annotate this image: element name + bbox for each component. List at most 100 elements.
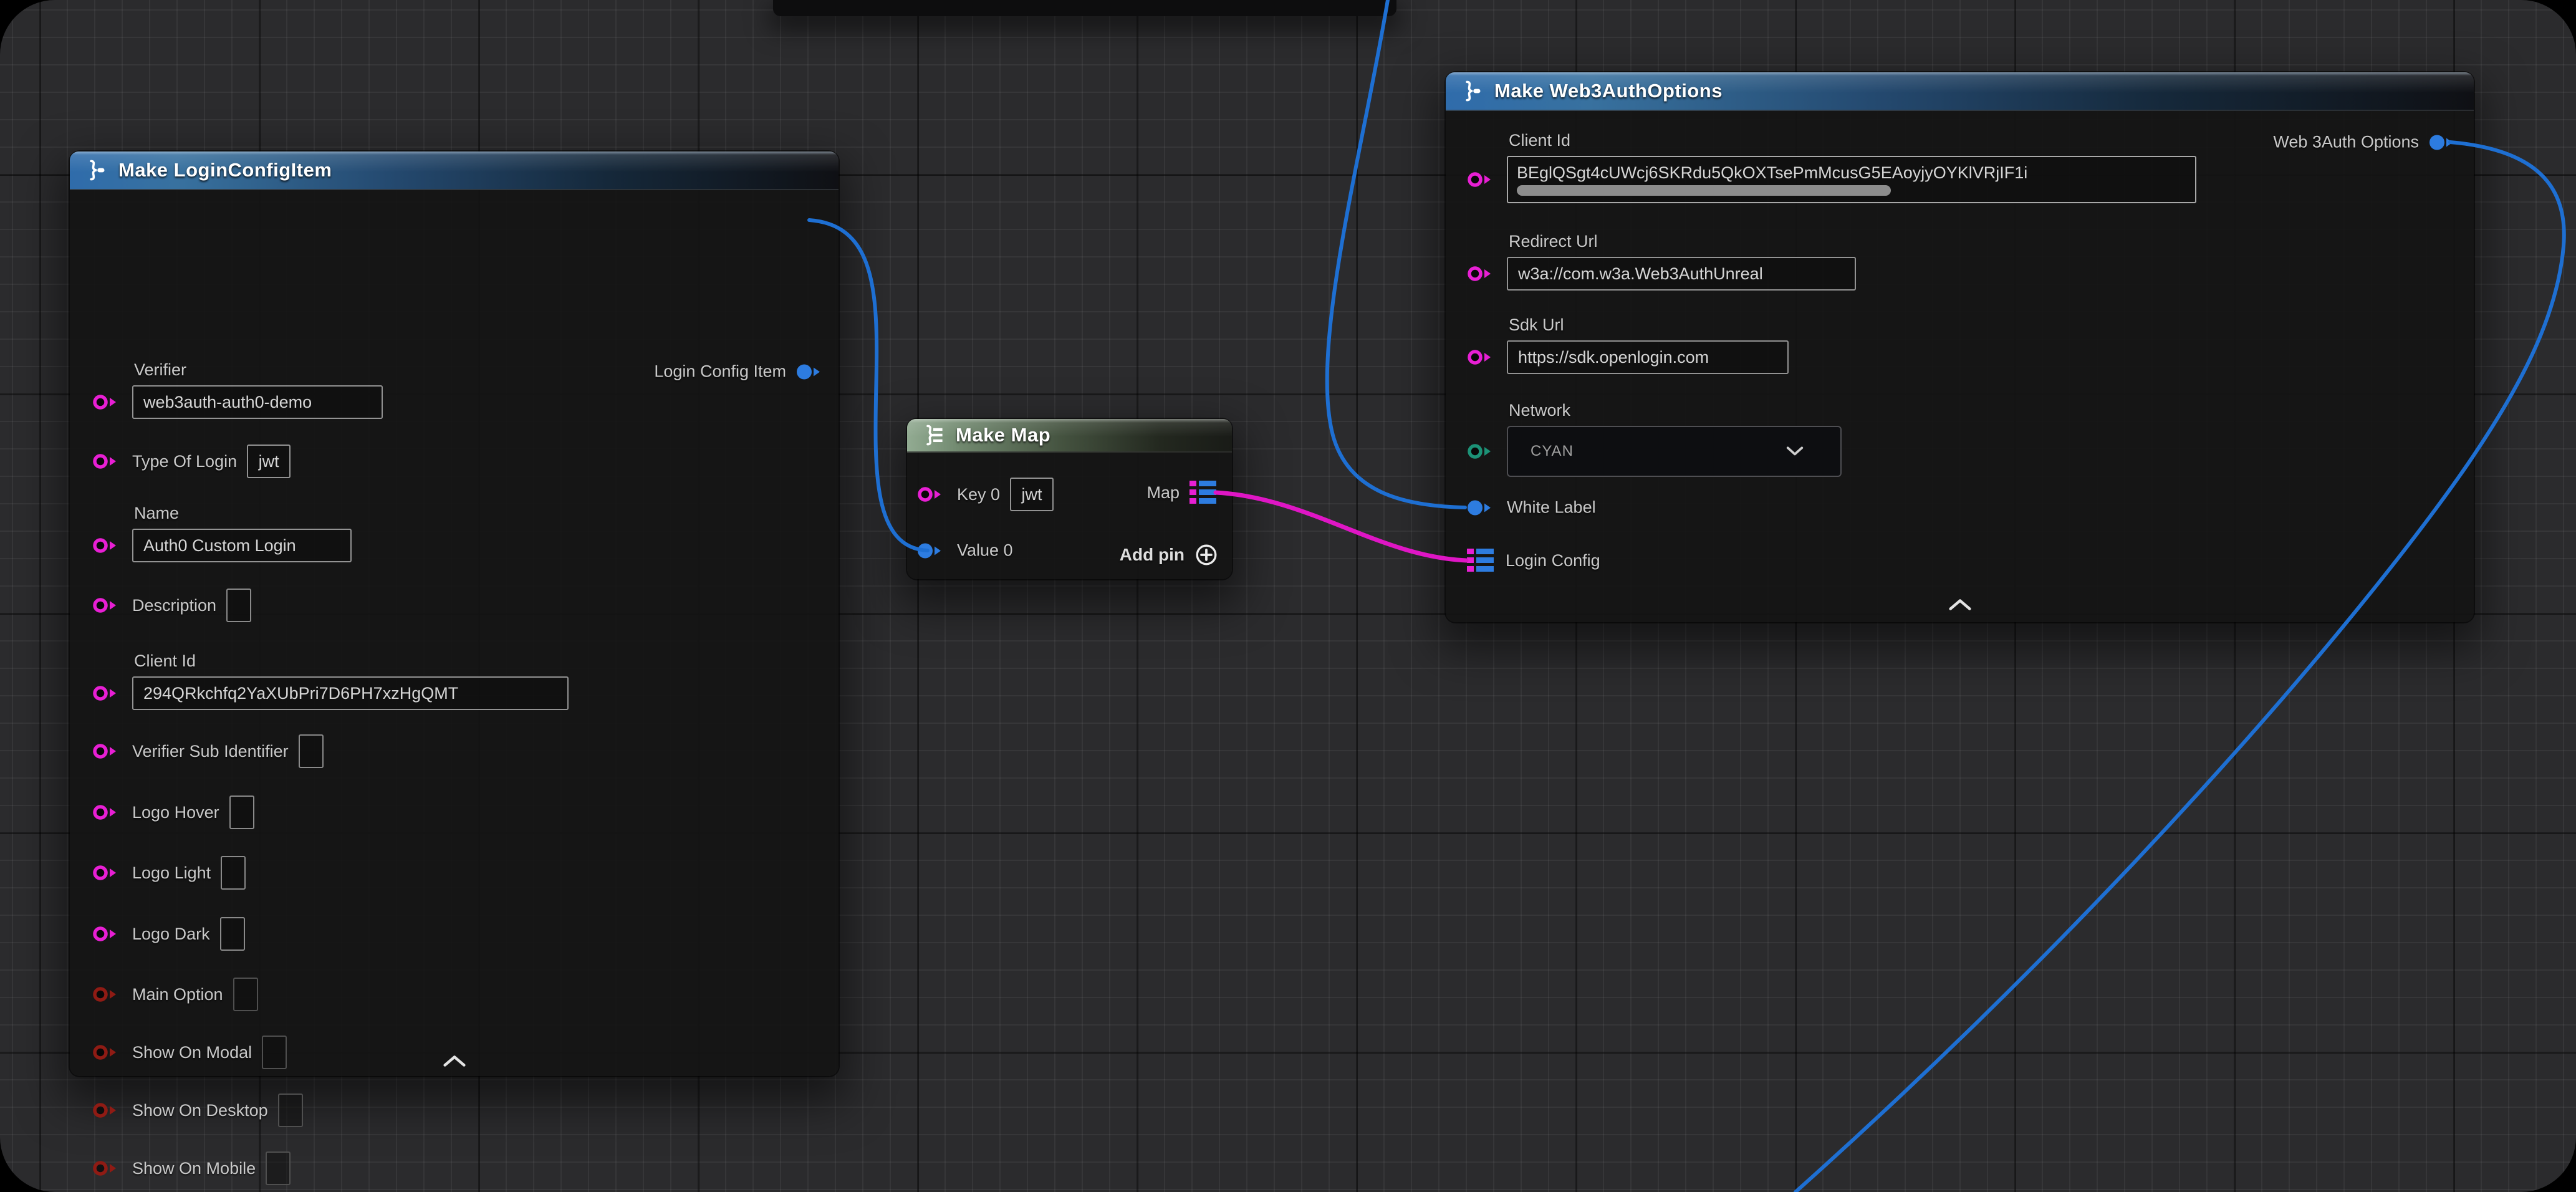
string-input-pin-icon[interactable] [92, 925, 122, 943]
string-input-pin-icon[interactable] [92, 803, 122, 822]
map-input-pin-icon[interactable] [1467, 548, 1496, 573]
string-input-pin-icon[interactable] [92, 536, 122, 555]
node-header[interactable]: Make Map [907, 419, 1232, 453]
string-input-pin-icon[interactable] [1467, 264, 1497, 283]
name-input[interactable]: Auth0 Custom Login [132, 529, 352, 562]
enum-input-pin-icon[interactable] [1467, 442, 1497, 461]
pin-label: Main Option [132, 985, 223, 1004]
network-dropdown[interactable]: CYAN [1507, 426, 1842, 477]
add-pin-plus-icon[interactable] [1194, 543, 1218, 567]
output-pin-label: Map [1146, 483, 1180, 502]
pin-row-show-on-desktop: Show On Desktop [92, 1093, 303, 1127]
pin-row-logo-light: Logo Light [92, 856, 246, 890]
make-struct-icon [1461, 80, 1483, 102]
logo-light-input[interactable] [221, 856, 246, 890]
pin-label: Show On Desktop [132, 1101, 268, 1120]
pin-label: Logo Light [132, 863, 211, 883]
wire-map-to-loginconfig [1216, 493, 1466, 560]
description-input[interactable] [226, 589, 251, 622]
logo-dark-input[interactable] [220, 917, 245, 951]
client-id-text: BEglQSgt4cUWcj6SKRdu5QkOXTsePmMcusG5EAoy… [1517, 163, 2186, 183]
collapse-node-chevron-icon[interactable] [442, 1054, 467, 1068]
string-input-pin-icon[interactable] [1467, 170, 1497, 189]
node-header[interactable]: Make Web3AuthOptions [1446, 72, 2474, 111]
logo-hover-input[interactable] [229, 795, 254, 829]
pin-label: Redirect Url [1509, 232, 1598, 251]
make-struct-icon [85, 159, 107, 181]
node-title: Make LoginConfigItem [118, 159, 332, 181]
pin-row-name: Name Auth0 Custom Login [92, 529, 352, 562]
bool-input-pin-icon[interactable] [92, 985, 122, 1004]
pin-row-verifier-sub-identifier: Verifier Sub Identifier [92, 734, 324, 768]
node-make-loginconfigitem[interactable]: Make LoginConfigItem Login Config Item V… [70, 151, 839, 1076]
struct-output-pin-icon[interactable] [2429, 133, 2459, 151]
verifier-input[interactable]: web3auth-auth0-demo [132, 385, 383, 419]
bool-input-pin-icon[interactable] [92, 1101, 122, 1120]
string-input-pin-icon[interactable] [917, 485, 947, 504]
pin-row-sdk-url: Sdk Url https://sdk.openlogin.com [1467, 340, 1789, 374]
pin-label: Name [134, 504, 179, 523]
pin-row-value-0: Value 0 [917, 541, 1013, 560]
node-title: Make Map [956, 424, 1050, 446]
show-on-mobile-checkbox[interactable] [266, 1151, 291, 1185]
pin-label: Client Id [134, 651, 196, 671]
string-input-pin-icon[interactable] [92, 863, 122, 882]
string-input-pin-icon[interactable] [92, 742, 122, 761]
string-input-pin-icon[interactable] [92, 684, 122, 703]
output-row-login-config-item: Login Config Item [654, 362, 826, 382]
pin-row-key-0: Key 0 jwt [917, 478, 1054, 511]
pin-row-main-option: Main Option [92, 978, 258, 1011]
pin-label: Type Of Login [132, 452, 237, 471]
struct-input-pin-icon[interactable] [917, 541, 947, 560]
add-pin-label: Add pin [1120, 545, 1185, 565]
type-of-login-input[interactable]: jwt [247, 445, 291, 478]
client-id-input[interactable]: 294QRkchfq2YaXUbPri7D6PH7xzHgQMT [132, 676, 569, 710]
pin-label: Logo Hover [132, 803, 219, 822]
pin-row-network: Network CYAN [1467, 426, 1842, 477]
pin-label: Network [1509, 401, 1570, 420]
redirect-url-input[interactable]: w3a://com.w3a.Web3AuthUnreal [1507, 257, 1856, 291]
show-on-desktop-checkbox[interactable] [278, 1093, 303, 1127]
offscreen-node-edge [773, 0, 1396, 16]
show-on-modal-checkbox[interactable] [262, 1036, 287, 1069]
sdk-url-input[interactable]: https://sdk.openlogin.com [1507, 340, 1789, 374]
add-pin-button[interactable]: Add pin [1120, 543, 1218, 567]
map-output-pin-icon[interactable] [1189, 480, 1218, 505]
pin-label: Sdk Url [1509, 315, 1564, 335]
pin-row-verifier: Verifier web3auth-auth0-demo [92, 385, 383, 419]
node-make-map[interactable]: Make Map Key 0 jwt Value 0 Map Add pin [907, 419, 1232, 579]
pin-label: Logo Dark [132, 925, 210, 944]
pin-label: Verifier [134, 360, 186, 380]
pin-row-client-id: Client Id BEglQSgt4cUWcj6SKRdu5QkOXTsePm… [1467, 156, 2196, 203]
collapse-node-chevron-icon[interactable] [1948, 598, 1973, 612]
pin-row-show-on-mobile: Show On Mobile [92, 1151, 291, 1185]
string-input-pin-icon[interactable] [92, 452, 122, 471]
string-input-pin-icon[interactable] [92, 596, 122, 615]
blueprint-graph-canvas[interactable]: Make LoginConfigItem Login Config Item V… [0, 0, 2576, 1192]
string-input-pin-icon[interactable] [1467, 348, 1497, 367]
horizontal-scrollbar[interactable] [1517, 185, 1891, 196]
bool-input-pin-icon[interactable] [92, 1043, 122, 1062]
pin-row-login-config: Login Config [1467, 548, 1600, 573]
output-pin-label: Web 3Auth Options [2273, 133, 2419, 152]
struct-output-pin-icon[interactable] [796, 362, 826, 381]
pin-row-show-on-modal: Show On Modal [92, 1036, 287, 1069]
network-selected-value: CYAN [1531, 443, 1574, 460]
pin-row-description: Description [92, 589, 251, 622]
pin-row-client-id: Client Id 294QRkchfq2YaXUbPri7D6PH7xzHgQ… [92, 676, 569, 710]
node-header[interactable]: Make LoginConfigItem [70, 151, 839, 190]
node-make-web3authoptions[interactable]: Make Web3AuthOptions Web 3Auth Options C… [1446, 72, 2474, 622]
pin-label: Key 0 [957, 485, 1000, 504]
node-title: Make Web3AuthOptions [1494, 80, 1723, 102]
main-option-checkbox[interactable] [233, 978, 258, 1011]
verifier-sub-identifier-input[interactable] [299, 734, 324, 768]
string-input-pin-icon[interactable] [92, 393, 122, 411]
wire-top-to-whitelabel [1327, 0, 1465, 507]
struct-input-pin-icon[interactable] [1467, 498, 1497, 517]
key-0-input[interactable]: jwt [1010, 478, 1054, 511]
pin-row-redirect-url: Redirect Url w3a://com.w3a.Web3AuthUnrea… [1467, 257, 1856, 291]
client-id-input[interactable]: BEglQSgt4cUWcj6SKRdu5QkOXTsePmMcusG5EAoy… [1507, 156, 2196, 203]
pin-label: Value 0 [957, 541, 1013, 560]
bool-input-pin-icon[interactable] [92, 1159, 122, 1178]
pin-row-white-label: White Label [1467, 498, 1596, 517]
